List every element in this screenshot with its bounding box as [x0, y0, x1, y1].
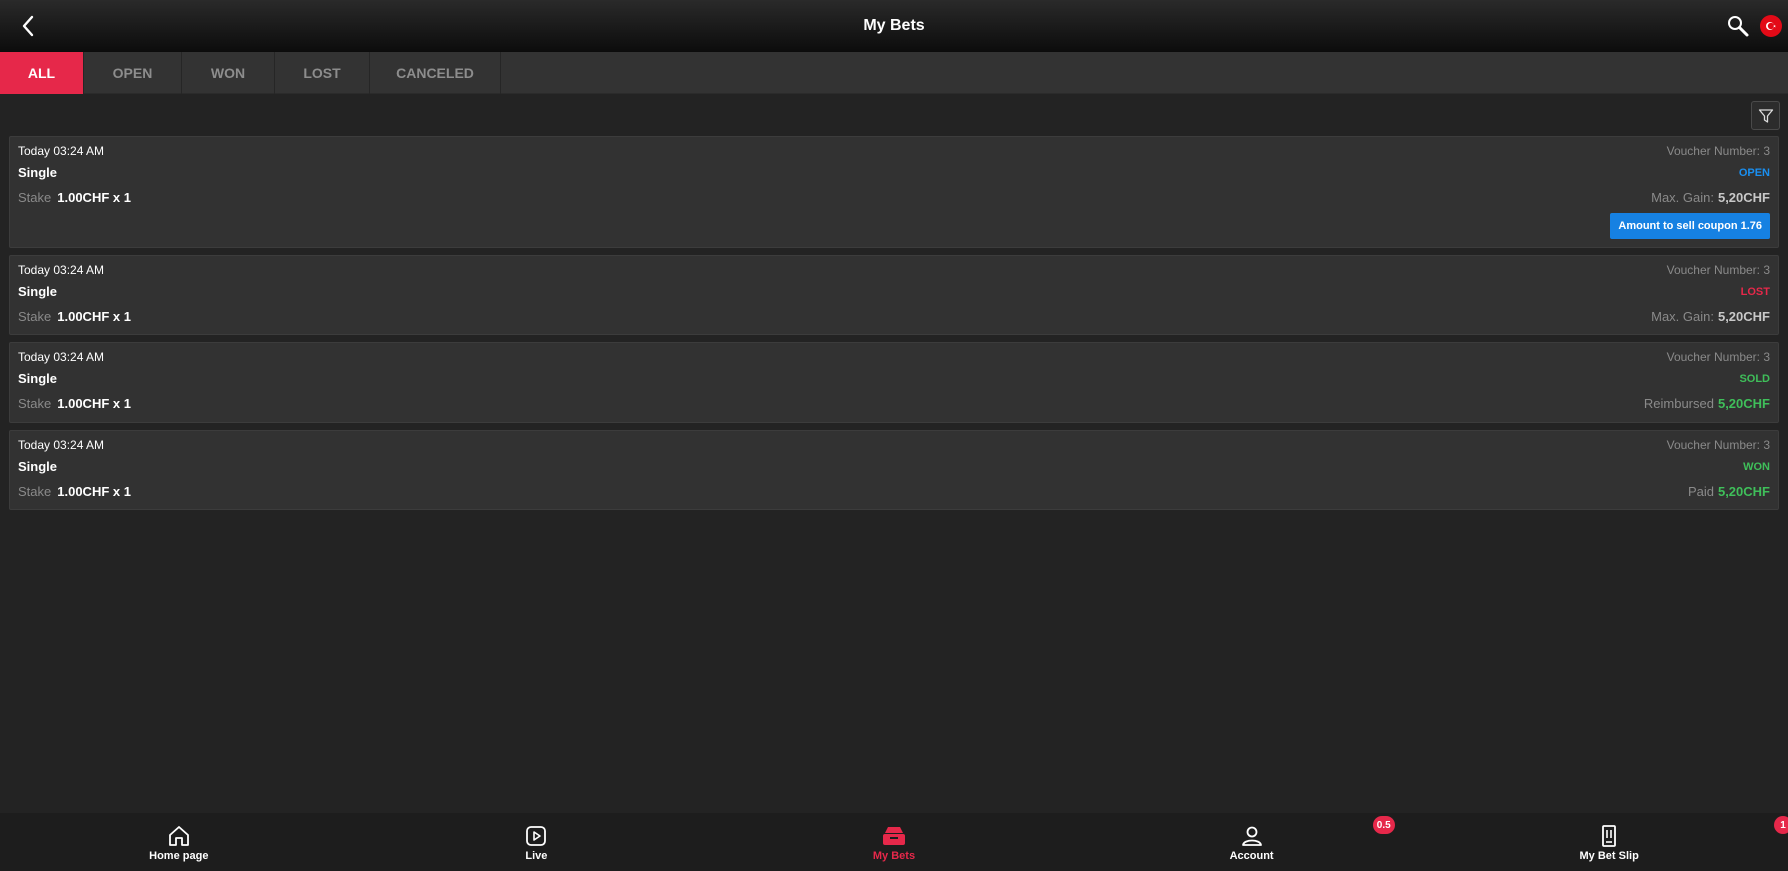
voucher-number: Voucher Number: 3	[1666, 438, 1770, 452]
turkey-flag-icon	[1766, 22, 1776, 30]
chevron-left-icon	[22, 15, 34, 37]
status-badge: OPEN	[1738, 167, 1770, 179]
nav-account[interactable]: Account 0.5	[1073, 813, 1431, 871]
nav-label: Live	[525, 849, 548, 862]
nav-my-bets[interactable]: My Bets	[715, 813, 1073, 871]
gain-label: Paid	[1687, 484, 1714, 499]
stake-label: Stake	[18, 309, 52, 324]
voucher-number: Voucher Number: 3	[1666, 350, 1770, 364]
back-button[interactable]	[14, 12, 42, 40]
status-badge: SOLD	[1739, 373, 1770, 385]
tab-open[interactable]: OPEN	[84, 52, 182, 94]
bet-gain: Reimbursed 5,20CHF	[1644, 396, 1770, 411]
gain-label: Max. Gain:	[1651, 309, 1714, 324]
bet-slip-count-badge: 1	[1773, 816, 1788, 834]
language-flag-button[interactable]	[1760, 15, 1782, 37]
nav-home[interactable]: Home page	[0, 813, 358, 871]
top-bar: My Bets	[0, 0, 1788, 52]
sell-coupon-button[interactable]: Amount to sell coupon 1.76	[1610, 213, 1770, 239]
bet-card[interactable]: Today 03:24 AM Single Stake 1.00CHF x 1 V…	[9, 255, 1779, 335]
gain-label: Max. Gain:	[1651, 190, 1714, 205]
stake-value: 1.00CHF x 1	[57, 309, 131, 324]
bet-stake: Stake 1.00CHF x 1	[18, 309, 131, 324]
search-icon	[1728, 16, 1749, 37]
bet-gain: Max. Gain: 5,20CHF	[1651, 190, 1770, 205]
bet-date: Today 03:24 AM	[18, 263, 105, 277]
voucher-number: Voucher Number: 3	[1666, 144, 1770, 158]
filter-button[interactable]	[1751, 101, 1780, 130]
nav-label: Home page	[149, 849, 209, 862]
bet-gain: Paid 5,20CHF	[1688, 484, 1770, 499]
home-icon	[166, 823, 192, 849]
gain-label: Reimbursed	[1643, 396, 1714, 411]
nav-live[interactable]: Live	[358, 813, 716, 871]
status-badge: LOST	[1740, 286, 1770, 298]
stake-value: 1.00CHF x 1	[57, 484, 131, 499]
page-title: My Bets	[863, 17, 925, 34]
bet-card[interactable]: Today 03:24 AM Single Stake 1.00CHF x 1 V…	[9, 342, 1779, 423]
bet-type: Single	[18, 371, 58, 386]
stake-value: 1.00CHF x 1	[57, 396, 131, 411]
voucher-number: Voucher Number: 3	[1666, 263, 1770, 277]
bet-stake: Stake 1.00CHF x 1	[18, 484, 131, 499]
bet-stake: Stake 1.00CHF x 1	[18, 396, 131, 411]
bottom-nav: Home page Live My Bets Account 0.5 My Be…	[0, 813, 1788, 871]
bet-type: Single	[18, 459, 58, 474]
gain-value: 5,20CHF	[1717, 484, 1770, 499]
stake-label: Stake	[18, 484, 52, 499]
stake-label: Stake	[18, 396, 52, 411]
bet-date: Today 03:24 AM	[18, 350, 105, 364]
play-icon	[523, 823, 549, 849]
bet-date: Today 03:24 AM	[18, 438, 105, 452]
stake-label: Stake	[18, 190, 52, 205]
tab-all[interactable]: ALL	[0, 52, 84, 94]
filter-tabs: ALL OPEN WON LOST CANCELED	[0, 52, 1788, 94]
bet-card[interactable]: Today 03:24 AM Single Stake 1.00CHF x 1 V…	[9, 136, 1779, 248]
tab-lost[interactable]: LOST	[275, 52, 370, 94]
nav-label: My Bet Slip	[1579, 849, 1639, 862]
tab-won[interactable]: WON	[182, 52, 275, 94]
bet-slip-icon	[1596, 823, 1622, 849]
bet-stake: Stake 1.00CHF x 1	[18, 190, 131, 205]
stake-value: 1.00CHF x 1	[57, 190, 131, 205]
app: My Bets ALL OPEN WON LOST CANCELED Today…	[0, 0, 1788, 871]
search-button[interactable]	[1726, 14, 1750, 38]
my-bets-icon	[881, 823, 907, 849]
nav-label: My Bets	[872, 849, 916, 862]
bet-type: Single	[18, 165, 58, 180]
tab-canceled[interactable]: CANCELED	[370, 52, 501, 94]
user-icon	[1239, 823, 1265, 849]
nav-label: Account	[1229, 849, 1274, 862]
filter-icon	[1758, 108, 1773, 123]
gain-value: 5,20CHF	[1717, 396, 1770, 411]
gain-value: 5,20CHF	[1717, 190, 1770, 205]
bet-gain: Max. Gain: 5,20CHF	[1651, 309, 1770, 324]
status-badge: WON	[1743, 461, 1770, 473]
bet-card[interactable]: Today 03:24 AM Single Stake 1.00CHF x 1 V…	[9, 430, 1779, 510]
bet-type: Single	[18, 284, 58, 299]
balance-badge: 0.5	[1372, 816, 1395, 834]
gain-value: 5,20CHF	[1717, 309, 1770, 324]
nav-bet-slip[interactable]: My Bet Slip 1	[1430, 813, 1788, 871]
bet-date: Today 03:24 AM	[18, 144, 105, 158]
